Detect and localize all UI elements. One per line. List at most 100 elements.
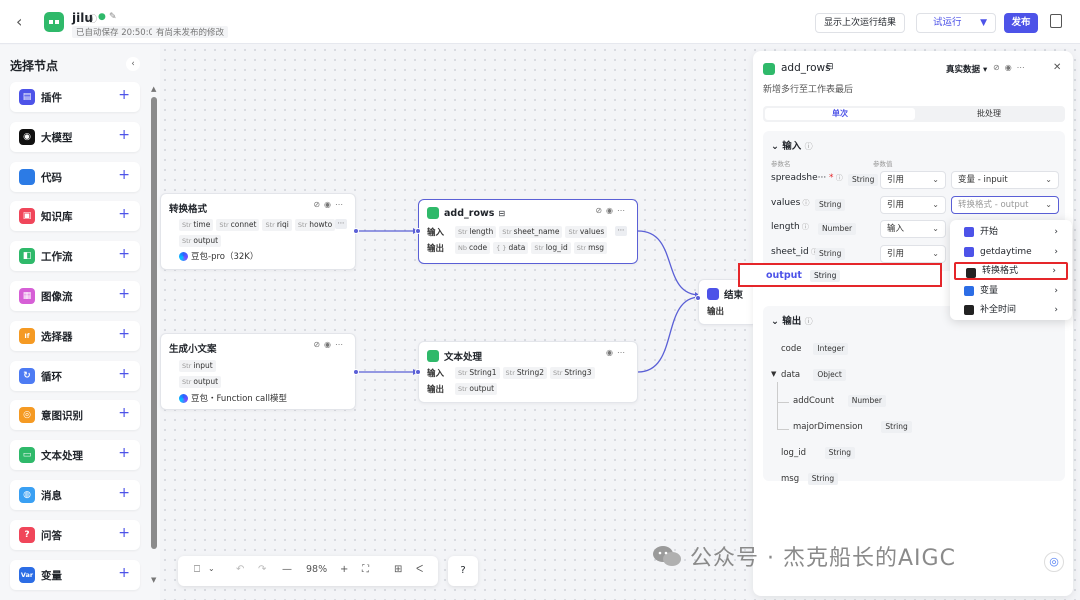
node-title-text: 文本处理 bbox=[444, 352, 483, 363]
info-icon[interactable]: ⓘ bbox=[88, 12, 97, 25]
close-icon[interactable]: ✕ bbox=[1053, 62, 1061, 73]
var-tag-name: howto bbox=[309, 220, 333, 229]
tab-batch[interactable]: 批处理 bbox=[915, 108, 1063, 120]
node-type-icon: ◍ bbox=[19, 487, 35, 503]
zoom-out-icon[interactable]: — bbox=[282, 564, 292, 575]
sidebar-scrollbar[interactable] bbox=[151, 97, 157, 549]
output-type: Number bbox=[847, 395, 886, 407]
sidebar-item[interactable]: ◍ 消息 + bbox=[10, 480, 140, 510]
sidebar-item[interactable]: Var 变量 + bbox=[10, 559, 140, 590]
highlighted-variable: output String bbox=[738, 263, 942, 287]
input-port[interactable] bbox=[415, 369, 421, 375]
dropdown-item[interactable]: 补全时间 › bbox=[954, 301, 1068, 319]
caret-down-icon[interactable]: ▼ bbox=[980, 14, 987, 32]
field-mode-select[interactable]: 引用 ⌄ bbox=[880, 195, 946, 214]
add-node-icon[interactable]: + bbox=[118, 127, 130, 143]
redo-icon[interactable]: ↷ bbox=[258, 564, 266, 575]
model-label: 豆包・Function call模型 bbox=[179, 392, 287, 404]
add-node-icon[interactable]: + bbox=[118, 525, 130, 541]
node-icon bbox=[964, 285, 974, 296]
add-node-icon[interactable]: + bbox=[118, 87, 130, 103]
panel-tools[interactable]: ⊘◉⋯ bbox=[993, 63, 1030, 72]
info-icon: ⓘ bbox=[800, 198, 810, 207]
input-port[interactable] bbox=[695, 295, 701, 301]
add-node-icon[interactable]: + bbox=[118, 246, 130, 262]
layout-icon[interactable]: ⊞ bbox=[394, 564, 402, 575]
field-value-select[interactable]: 变量 - inpuit ⌄ bbox=[951, 171, 1059, 189]
output-port[interactable] bbox=[353, 369, 359, 375]
sidebar-item[interactable]: 代码 + bbox=[10, 161, 140, 192]
scroll-up-icon[interactable]: ▲ bbox=[151, 85, 156, 93]
input-header[interactable]: ⌄ 输入 ⓘ bbox=[771, 138, 813, 152]
sidebar-item[interactable]: ▣ 知识库 + bbox=[10, 201, 140, 232]
dropdown-item[interactable]: 开始 › bbox=[954, 223, 1068, 241]
add-node-icon[interactable]: + bbox=[118, 405, 130, 421]
node-tools[interactable]: ⊘◉⋯ bbox=[313, 340, 347, 349]
node-add-rows[interactable]: add_rows ⊟ ⊘◉⋯ 输入 Str length Str sheet_name St… bbox=[415, 199, 638, 264]
field-mode-select[interactable]: 引用 ⌄ bbox=[880, 171, 946, 189]
collapse-icon[interactable]: ‹ bbox=[126, 57, 140, 71]
sidebar-item[interactable]: ↻ 循环 + bbox=[10, 360, 140, 391]
sidebar-item[interactable]: ? 问答 + bbox=[10, 519, 140, 550]
collapse-left-icon[interactable]: ᐸ bbox=[416, 564, 423, 575]
node-text-process[interactable]: 文本处理 ◉⋯ 输入 Str String1 Str String2 Str String3… bbox=[415, 341, 638, 403]
undo-icon[interactable]: ↶ bbox=[236, 564, 244, 575]
caret-down-icon[interactable]: ▼ bbox=[771, 370, 776, 378]
node-sidebar: 选择节点 ‹ ▤ 插件 + ◉ 大模型 + 代码 + ▣ 知识库 + ◧ 工作流 + ▦ 图像流 + If 选择器 +… bbox=[0, 45, 160, 600]
try-run-button[interactable]: 试运行 ▼ bbox=[916, 13, 996, 33]
sheet-icon bbox=[427, 207, 439, 219]
copy-icon[interactable] bbox=[1050, 14, 1062, 28]
assistant-icon[interactable]: ◎ bbox=[1044, 552, 1064, 572]
back-icon[interactable]: ‹ bbox=[16, 12, 22, 31]
node-tools[interactable]: ◉⋯ bbox=[606, 348, 629, 357]
mouse-mode-icon[interactable]: ⎕ bbox=[194, 564, 200, 575]
sidebar-item[interactable]: ▦ 图像流 + bbox=[10, 281, 140, 311]
edit-icon[interactable]: ✎ bbox=[109, 12, 117, 22]
node-tools[interactable]: ⊘◉⋯ bbox=[595, 206, 629, 215]
scroll-down-icon[interactable]: ▼ bbox=[151, 576, 156, 584]
node-icon bbox=[966, 268, 976, 278]
dropdown-item[interactable]: 变量 › bbox=[954, 282, 1068, 300]
node-convert[interactable]: 转换格式 ⊘◉⋯ Str time Str connet Str riqi Str howto… bbox=[160, 193, 359, 270]
panel-title: add_rows bbox=[781, 62, 831, 74]
field-value-select[interactable]: 转换格式 - output ⌄ bbox=[951, 195, 1059, 214]
sidebar-item[interactable]: ◧ 工作流 + bbox=[10, 241, 140, 272]
sidebar-item[interactable]: If 选择器 + bbox=[10, 320, 140, 351]
output-type: Integer bbox=[813, 343, 849, 355]
add-node-icon[interactable]: + bbox=[118, 445, 130, 461]
node-copywriting[interactable]: 生成小文案 ⊘◉⋯ Str input Str output 豆包・Function… bbox=[160, 333, 359, 410]
add-node-icon[interactable]: + bbox=[118, 286, 130, 302]
node-tools[interactable]: ⊘◉⋯ bbox=[313, 200, 347, 209]
add-node-icon[interactable]: + bbox=[118, 565, 130, 581]
sidebar-item[interactable]: ▤ 插件 + bbox=[10, 82, 140, 112]
output-header[interactable]: ⌄ 输出 ⓘ bbox=[771, 313, 813, 327]
add-node-icon[interactable]: + bbox=[118, 326, 130, 342]
var-tag: Str values bbox=[565, 226, 608, 238]
more-icon[interactable]: ⋯ bbox=[335, 219, 347, 229]
sidebar-item-label: 工作流 bbox=[41, 251, 73, 264]
input-port[interactable] bbox=[415, 228, 421, 234]
add-node-icon[interactable]: + bbox=[118, 206, 130, 222]
output-port[interactable] bbox=[353, 228, 359, 234]
more-icon[interactable]: ⋯ bbox=[615, 226, 627, 236]
add-node-icon[interactable]: + bbox=[118, 366, 130, 382]
zoom-in-icon[interactable]: + bbox=[340, 564, 348, 575]
help-icon[interactable]: ? bbox=[448, 556, 478, 586]
var-tag-name: values bbox=[579, 227, 605, 236]
sidebar-item[interactable]: ◎ 意图识别 + bbox=[10, 400, 140, 431]
sidebar-item[interactable]: ◉ 大模型 + bbox=[10, 121, 140, 152]
show-last-result-button[interactable]: 显示上次运行结果 bbox=[815, 13, 906, 33]
add-node-icon[interactable]: + bbox=[118, 485, 130, 501]
dropdown-item[interactable]: 转换格式 › bbox=[954, 262, 1068, 280]
real-data-select[interactable]: 真实数据 ▾ bbox=[946, 63, 987, 75]
add-node-icon[interactable]: + bbox=[118, 167, 130, 183]
chevron-down-icon[interactable]: ⌄ bbox=[208, 564, 215, 573]
dropdown-item[interactable]: getdaytime › bbox=[954, 243, 1068, 261]
publish-button[interactable]: 发布 bbox=[1004, 13, 1038, 33]
info-icon: ⓘ bbox=[804, 142, 813, 151]
fit-view-icon[interactable]: ⛶ bbox=[362, 564, 369, 575]
tab-single[interactable]: 单次 bbox=[765, 108, 915, 120]
field-mode-select[interactable]: 输入 ⌄ bbox=[880, 220, 946, 238]
field-mode-select[interactable]: 引用 ⌄ bbox=[880, 244, 946, 263]
sidebar-item[interactable]: ▭ 文本处理 + bbox=[10, 440, 140, 471]
